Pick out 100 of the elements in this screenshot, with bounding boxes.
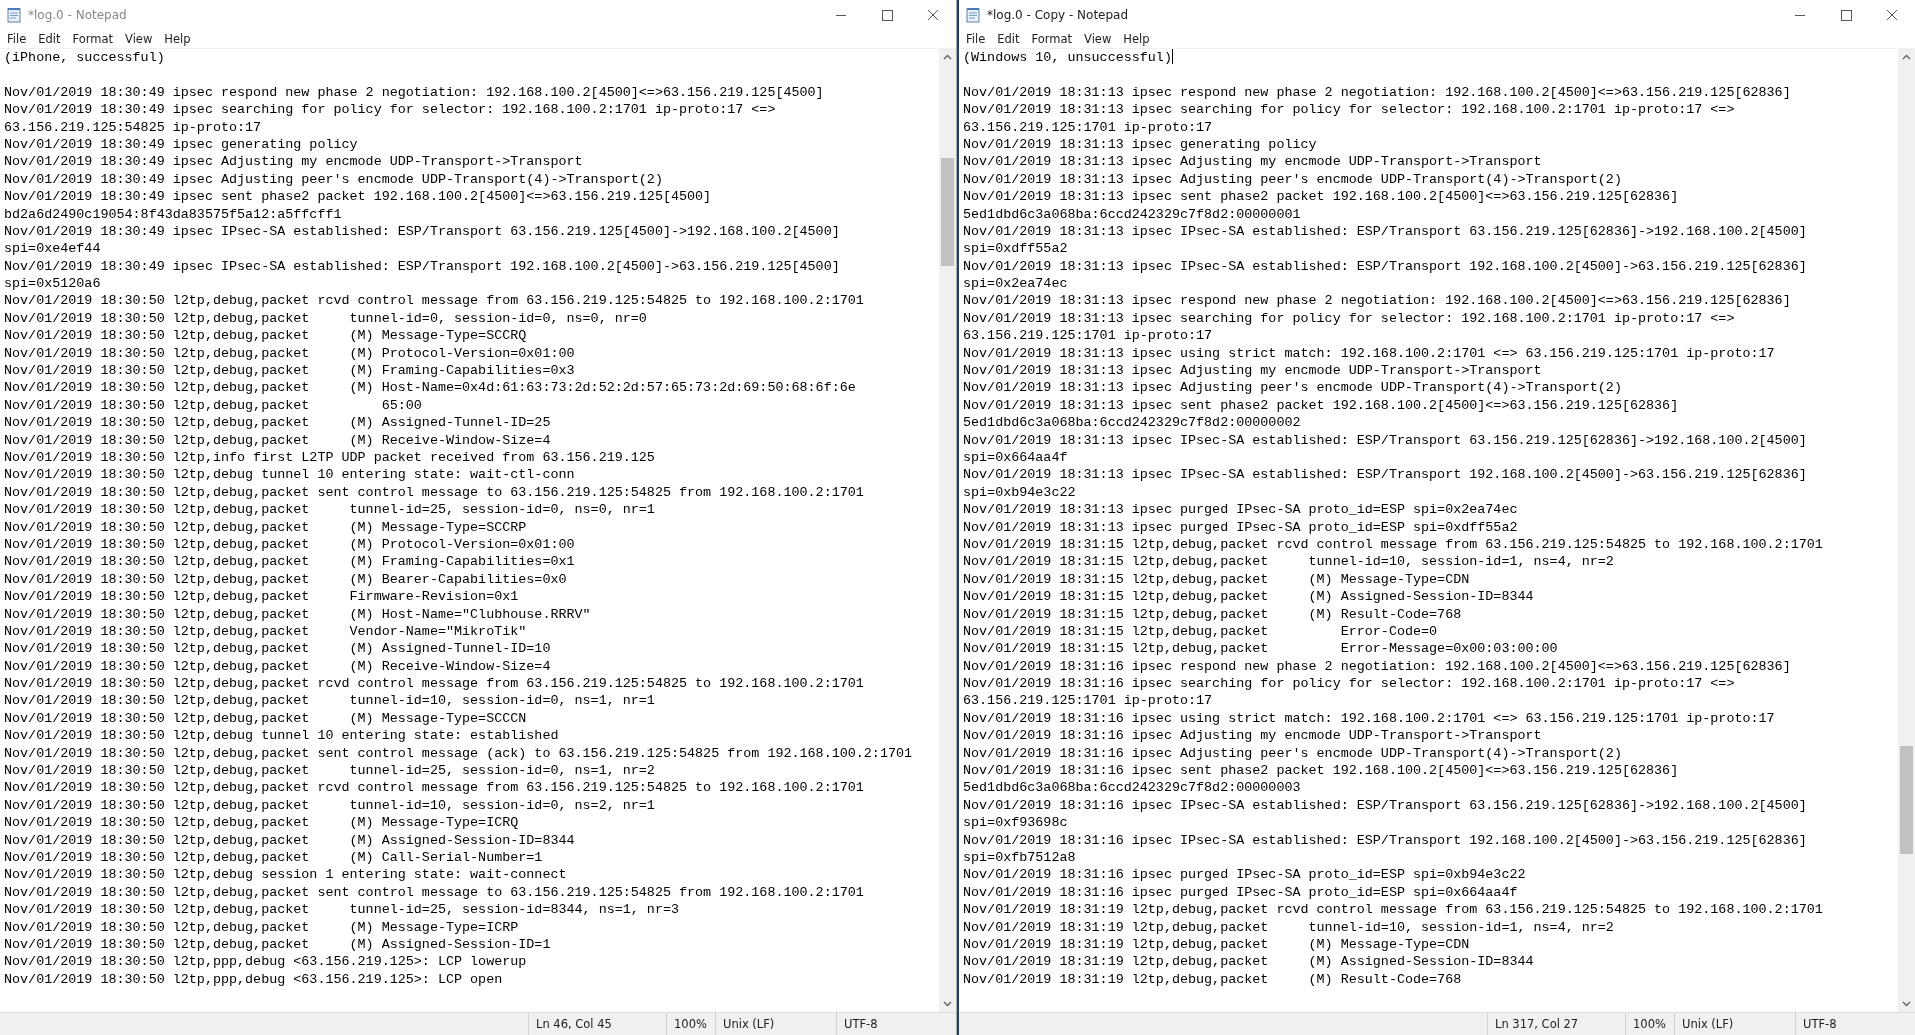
menu-item[interactable]: Edit	[992, 32, 1027, 46]
text-line: Nov/01/2019 18:30:50 l2tp,debug tunnel 10 entering state: wait-ctl-conn	[4, 467, 575, 483]
text-line: Nov/01/2019 18:30:50 l2tp,debug,packet (M) Message-Type=ICRQ	[4, 815, 519, 831]
text-line: (iPhone, successful)	[4, 50, 165, 65]
menu-item[interactable]: Format	[67, 32, 121, 46]
text-line: Nov/01/2019 18:30:50 l2tp,debug,packet (M) Protocol-Version=0x01:00	[4, 536, 575, 552]
text-line: Nov/01/2019 18:31:15 l2tp,debug,packet (M) Message-Type=CDN	[963, 571, 1470, 587]
text-line: Nov/01/2019 18:31:13 ipsec sent phase2 packet 192.168.100.2[4500]<=>63.156.219.125[62836]	[963, 397, 1679, 413]
text-line: Nov/01/2019 18:31:19 l2tp,debug,packet (M) Result-Code=768	[963, 971, 1462, 987]
menu-item[interactable]: Help	[159, 32, 198, 46]
zoom-level: 100%	[1633, 1017, 1666, 1031]
text-line: Nov/01/2019 18:31:19 l2tp,debug,packet rcvd control message from 63.156.219.125:54825 to 192.168.100.2:1701	[963, 902, 1823, 918]
scrollbar-thumb[interactable]	[941, 158, 954, 266]
text-line: Nov/01/2019 18:30:49 ipsec Adjusting peer's encmode UDP-Transport(4)->Transport(2)	[4, 171, 663, 187]
text-line: spi=0x2ea74ec	[963, 276, 1068, 292]
text-line: Nov/01/2019 18:31:15 l2tp,debug,packet (M) Result-Code=768	[963, 606, 1462, 622]
text-line: Nov/01/2019 18:31:19 l2tp,debug,packet (M) Assigned-Session-ID=8344	[963, 954, 1534, 970]
menu-item[interactable]: File	[2, 32, 34, 46]
text-line: Nov/01/2019 18:31:13 ipsec respond new phase 2 negotiation: 192.168.100.2[4500]<=>63.156.219.125[62836]	[963, 293, 1791, 309]
text-line: Nov/01/2019 18:30:50 l2tp,debug,packet (M) Message-Type=SCCCN	[4, 710, 527, 726]
text-line: Nov/01/2019 18:30:50 l2tp,debug,packet tunnel-id=10, session-id=0, ns=2, nr=1	[4, 797, 655, 813]
cursor-position: Ln 46, Col 45	[536, 1017, 612, 1031]
text-line: 5ed1dbd6c3a068ba:6ccd242329c7f8d2:00000003	[963, 780, 1301, 796]
text-line: Nov/01/2019 18:30:49 ipsec respond new phase 2 negotiation: 192.168.100.2[4500]<=>63.156.219.125[4500]	[4, 84, 824, 100]
cursor-position: Ln 317, Col 27	[1495, 1017, 1579, 1031]
text-line: Nov/01/2019 18:30:50 l2tp,debug,packet (M) Message-Type=SCCRQ	[4, 328, 527, 344]
menu-item[interactable]: View	[120, 32, 160, 46]
text-line: Nov/01/2019 18:31:16 ipsec respond new phase 2 negotiation: 192.168.100.2[4500]<=>63.156.219.125[62836]	[963, 658, 1791, 674]
text-line: Nov/01/2019 18:31:15 l2tp,debug,packet Error-Message=0x00:03:00:00	[963, 641, 1558, 657]
text-line: Nov/01/2019 18:30:50 l2tp,debug,packet (M) Assigned-Session-ID=1	[4, 936, 551, 952]
text-line: Nov/01/2019 18:31:15 l2tp,debug,packet tunnel-id=10, session-id=1, ns=4, nr=2	[963, 554, 1614, 570]
text-line: Nov/01/2019 18:31:16 ipsec purged IPsec-SA proto_id=ESP spi=0xb94e3c22	[963, 867, 1526, 883]
text-line: Nov/01/2019 18:31:13 ipsec respond new phase 2 negotiation: 192.168.100.2[4500]<=>63.156.219.125[62836]	[963, 84, 1791, 100]
text-line: 63.156.219.125:54825 ip-proto:17	[4, 119, 262, 135]
text-line: Nov/01/2019 18:30:50 l2tp,debug,packet 65:00	[4, 397, 422, 413]
notepad-icon	[6, 7, 22, 23]
zoom-level: 100%	[674, 1017, 707, 1031]
text-line: spi=0xe4ef44	[4, 241, 101, 257]
encoding: UTF-8	[1803, 1017, 1837, 1031]
text-line: 63.156.219.125:1701 ip-proto:17	[963, 328, 1213, 344]
text-line: 63.156.219.125:1701 ip-proto:17	[963, 693, 1213, 709]
text-line: Nov/01/2019 18:30:49 ipsec sent phase2 packet 192.168.100.2[4500]<=>63.156.219.125[4500]	[4, 189, 712, 205]
window-title: *log.0 - Copy - Notepad	[987, 8, 1130, 22]
text-line: Nov/01/2019 18:30:50 l2tp,debug,packet rcvd control message from 63.156.219.125:54825 to 192.168.100.2:1701	[4, 780, 864, 796]
text-line: Nov/01/2019 18:30:50 l2tp,debug,packet Firmware-Revision=0x1	[4, 589, 519, 605]
text-line: Nov/01/2019 18:30:50 l2tp,debug,packet tunnel-id=0, session-id=0, ns=0, nr=0	[4, 310, 647, 326]
text-line: Nov/01/2019 18:30:50 l2tp,debug,packet tunnel-id=25, session-id=0, ns=1, nr=2	[4, 763, 655, 778]
text-line: Nov/01/2019 18:30:50 l2tp,debug,packet (M) Host-Name=0x4d:61:63:73:2d:52:2d:57:65:73:2d:69:50:68:6f:6e	[4, 380, 856, 396]
text-line: Nov/01/2019 18:31:16 ipsec sent phase2 packet 192.168.100.2[4500]<=>63.156.219.125[62836]	[963, 763, 1679, 778]
text-line: spi=0xdff55a2	[963, 241, 1068, 257]
menu-item[interactable]: Help	[1118, 32, 1157, 46]
text-line: spi=0x664aa4f	[963, 450, 1068, 465]
text-line: Nov/01/2019 18:30:50 l2tp,debug tunnel 10 entering state: established	[4, 728, 559, 744]
menu-item[interactable]: Edit	[33, 32, 68, 46]
text-line: Nov/01/2019 18:30:50 l2tp,debug,packet (M) Assigned-Session-ID=8344	[4, 832, 575, 848]
line-ending: Unix (LF)	[723, 1017, 775, 1031]
text-line: Nov/01/2019 18:31:13 ipsec generating policy	[963, 136, 1317, 152]
scrollbar-thumb[interactable]	[1900, 746, 1913, 854]
text-line: Nov/01/2019 18:30:50 l2tp,ppp,debug <63.156.219.125>: LCP open	[4, 971, 503, 987]
text-line: Nov/01/2019 18:31:16 ipsec searching for policy for selector: 192.168.100.2:1701 ip-proto:17 <=>	[963, 676, 1735, 692]
text-line: Nov/01/2019 18:30:50 l2tp,debug,packet sent control message to 63.156.219.125:54825 from 192.168.100.2:1701	[4, 884, 864, 900]
text-line: Nov/01/2019 18:30:50 l2tp,info first L2TP UDP packet received from 63.156.219.125	[4, 450, 655, 465]
menu-item[interactable]: File	[961, 32, 993, 46]
text-line: Nov/01/2019 18:31:13 ipsec searching for policy for selector: 192.168.100.2:1701 ip-proto:17 <=>	[963, 102, 1735, 118]
text-line: Nov/01/2019 18:30:50 l2tp,debug,packet (M) Bearer-Capabilities=0x0	[4, 571, 567, 587]
text-line: Nov/01/2019 18:30:50 l2tp,debug,packet rcvd control message from 63.156.219.125:54825 to 192.168.100.2:1701	[4, 293, 864, 309]
text-line: Nov/01/2019 18:31:13 ipsec Adjusting my encmode UDP-Transport->Transport	[963, 154, 1542, 170]
text-line: 5ed1dbd6c3a068ba:6ccd242329c7f8d2:00000002	[963, 415, 1301, 431]
text-line: Nov/01/2019 18:30:50 l2tp,debug,packet tunnel-id=25, session-id=0, ns=0, nr=1	[4, 502, 655, 518]
text-line: Nov/01/2019 18:31:13 ipsec Adjusting peer's encmode UDP-Transport(4)->Transport(2)	[963, 171, 1622, 187]
text-line: Nov/01/2019 18:30:49 ipsec searching for policy for selector: 192.168.100.2:1701 ip-proto:17 <=>	[4, 102, 776, 118]
menu-item[interactable]: Format	[1026, 32, 1080, 46]
text-line: Nov/01/2019 18:31:13 ipsec sent phase2 packet 192.168.100.2[4500]<=>63.156.219.125[62836]	[963, 189, 1679, 205]
text-line: Nov/01/2019 18:31:19 l2tp,debug,packet tunnel-id=10, session-id=1, ns=4, nr=2	[963, 919, 1614, 935]
text-line: Nov/01/2019 18:31:15 l2tp,debug,packet Error-Code=0	[963, 623, 1438, 639]
text-line: Nov/01/2019 18:30:50 l2tp,debug,packet tunnel-id=25, session-id=8344, ns=1, nr=3	[4, 902, 679, 918]
text-line: Nov/01/2019 18:30:49 ipsec generating policy	[4, 136, 358, 152]
text-line: 5ed1dbd6c3a068ba:6ccd242329c7f8d2:00000001	[963, 206, 1301, 222]
scrollbar[interactable]	[1898, 49, 1915, 1012]
text-line: Nov/01/2019 18:31:16 ipsec IPsec-SA established: ESP/Transport 63.156.219.125[62836]->192.168.100.2[4500]	[963, 797, 1807, 813]
text-line: Nov/01/2019 18:30:50 l2tp,debug,packet (M) Assigned-Tunnel-ID=25	[4, 415, 551, 431]
notepad-icon	[965, 7, 981, 23]
text-line: Nov/01/2019 18:31:15 l2tp,debug,packet (M) Assigned-Session-ID=8344	[963, 589, 1534, 605]
text-line: Nov/01/2019 18:30:49 ipsec IPsec-SA established: ESP/Transport 63.156.219.125[4500]->192.168.100.2[4500]	[4, 223, 840, 239]
text-line: spi=0xf93698c	[963, 815, 1068, 831]
text-line: Nov/01/2019 18:31:13 ipsec IPsec-SA established: ESP/Transport 63.156.219.125[62836]->192.168.100.2[4500]	[963, 223, 1807, 239]
text-line: spi=0xb94e3c22	[963, 484, 1076, 500]
text-line: Nov/01/2019 18:31:13 ipsec Adjusting peer's encmode UDP-Transport(4)->Transport(2)	[963, 380, 1622, 396]
text-line: spi=0x5120a6	[4, 276, 101, 292]
text-line: bd2a6d2490c19054:8f43da83575f5a12:a5ffcff1	[4, 206, 342, 222]
window-title: *log.0 - Notepad	[28, 8, 128, 22]
text-line: Nov/01/2019 18:30:50 l2tp,debug,packet sent control message to 63.156.219.125:54825 from 192.168.100.2:1701	[4, 484, 864, 500]
text-line: Nov/01/2019 18:31:16 ipsec Adjusting peer's encmode UDP-Transport(4)->Transport(2)	[963, 745, 1622, 761]
encoding: UTF-8	[844, 1017, 878, 1031]
text-line: Nov/01/2019 18:30:50 l2tp,debug,packet (M) Message-Type=SCCRP	[4, 519, 527, 535]
menu-item[interactable]: View	[1079, 32, 1119, 46]
text-line: Nov/01/2019 18:31:16 ipsec IPsec-SA established: ESP/Transport 192.168.100.2[4500]->63.156.219.125[62836]	[963, 832, 1807, 848]
text-line: Nov/01/2019 18:31:13 ipsec purged IPsec-SA proto_id=ESP spi=0x2ea74ec	[963, 502, 1518, 518]
text-line: Nov/01/2019 18:30:50 l2tp,debug,packet (M) Framing-Capabilities=0x1	[4, 554, 575, 570]
scrollbar[interactable]	[939, 49, 956, 1012]
